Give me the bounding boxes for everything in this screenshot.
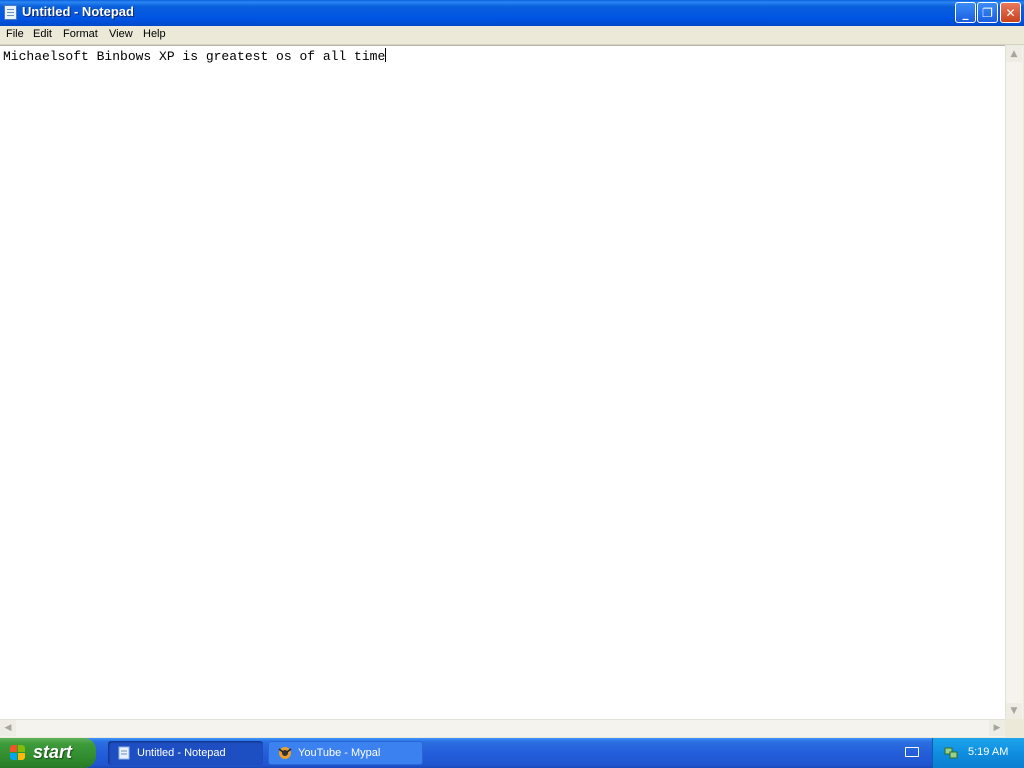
editor-content[interactable]: Michaelsoft Binbows XP is greatest os of…	[3, 48, 387, 64]
clock[interactable]: 5:19 AM	[968, 746, 1008, 758]
notepad-window: Untitled - Notepad _ ❐ ✕ File Edit Forma…	[0, 0, 1024, 738]
vertical-scrollbar[interactable]: ▲ ▼	[1005, 46, 1023, 719]
task-notepad[interactable]: Untitled - Notepad	[108, 741, 263, 765]
scroll-right-button[interactable]: ▶	[989, 720, 1005, 736]
text-caret	[385, 48, 387, 62]
network-icon[interactable]	[944, 746, 958, 760]
task-mypal[interactable]: YouTube - Mypal	[268, 741, 423, 765]
windows-logo-icon	[10, 745, 26, 761]
scroll-down-button[interactable]: ▼	[1006, 703, 1022, 719]
menu-edit[interactable]: Edit	[33, 28, 52, 40]
taskbar: start Untitled - Notepad YouTube - Mypal…	[0, 738, 1024, 768]
notepad-icon	[118, 746, 130, 760]
scroll-left-button[interactable]: ◀	[0, 720, 16, 736]
title-bar[interactable]: Untitled - Notepad _ ❐ ✕	[0, 0, 1024, 26]
close-button[interactable]: ✕	[1000, 2, 1021, 23]
keyboard-icon[interactable]	[905, 747, 919, 757]
menu-view[interactable]: View	[109, 28, 133, 40]
maximize-button[interactable]: ❐	[977, 2, 998, 23]
scroll-up-button[interactable]: ▲	[1006, 46, 1022, 62]
menu-format[interactable]: Format	[63, 28, 98, 40]
system-tray: 5:19 AM	[932, 738, 1024, 768]
menu-help[interactable]: Help	[143, 28, 166, 40]
task-label: Untitled - Notepad	[137, 747, 226, 759]
task-label: YouTube - Mypal	[298, 747, 381, 759]
mypal-browser-icon	[278, 747, 292, 759]
editor-text: Michaelsoft Binbows XP is greatest os of…	[3, 49, 386, 64]
size-grip[interactable]	[1005, 719, 1022, 736]
start-label: start	[33, 742, 73, 762]
start-button[interactable]: start	[0, 738, 96, 768]
text-editor[interactable]: Michaelsoft Binbows XP is greatest os of…	[0, 45, 1005, 720]
minimize-button[interactable]: _	[955, 2, 976, 23]
window-title: Untitled - Notepad	[22, 4, 134, 19]
horizontal-scrollbar[interactable]: ◀ ▶	[0, 719, 1005, 737]
menu-file[interactable]: File	[6, 28, 24, 40]
notepad-icon[interactable]	[4, 5, 17, 20]
menu-bar: File Edit Format View Help	[0, 26, 1024, 45]
